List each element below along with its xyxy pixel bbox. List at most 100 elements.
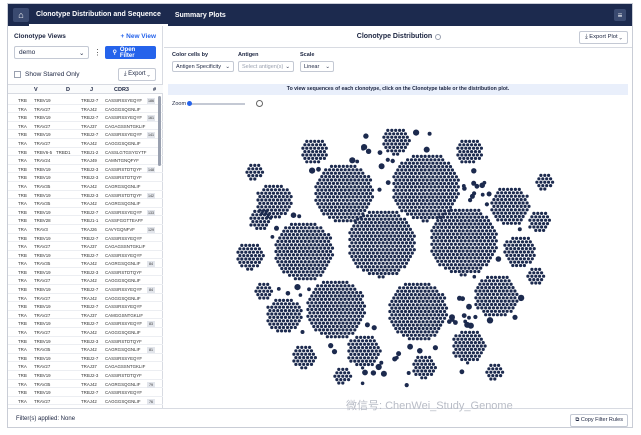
- table-row[interactable]: TRA TRAV27 TRAJ37 CAMGGSNTGKLIF: [8, 311, 163, 320]
- small-clone-dot[interactable]: [517, 294, 525, 302]
- table-row[interactable]: TRB TRBV19 TRBJ2-3 CASSIRSTDTQYF: [8, 371, 163, 380]
- export-plot-button[interactable]: ⤓ Export Plot ⌄: [579, 31, 628, 44]
- table-row[interactable]: TRA TRAV27 TRAJ42 CAGGGSQGNLIF: [8, 105, 163, 114]
- table-row[interactable]: TRA TRAV35 TRAJ42 CAGRGSQGNLIF: [8, 182, 163, 191]
- clonotype-cluster[interactable]: [245, 163, 265, 181]
- small-clone-dot[interactable]: [307, 287, 311, 292]
- clonotype-cluster[interactable]: [333, 367, 353, 385]
- table-row[interactable]: TRB TRBV19 TRBJ2-7 CASSIRSSYEQYF 161: [8, 113, 163, 122]
- table-row[interactable]: TRA TRAV35 TRAJ42 CAGRGSQGNLIF: [8, 199, 163, 208]
- small-clone-dot[interactable]: [363, 133, 369, 139]
- col-v[interactable]: V: [34, 87, 38, 93]
- info-icon[interactable]: [435, 33, 442, 40]
- checkbox-icon[interactable]: [14, 70, 21, 78]
- export-button[interactable]: ⤓ Export ⌄: [117, 68, 156, 81]
- small-clone-dot[interactable]: [462, 186, 467, 191]
- small-clone-dot[interactable]: [413, 129, 420, 136]
- clonotype-cluster[interactable]: [528, 211, 551, 232]
- small-clone-dot[interactable]: [486, 191, 492, 197]
- col-count[interactable]: #: [153, 87, 156, 93]
- col-j[interactable]: J: [90, 87, 93, 93]
- small-clone-dot[interactable]: [406, 371, 411, 375]
- small-clone-dot[interactable]: [298, 293, 303, 297]
- table-row[interactable]: TRB TRBV19 TRBJ2-3 CASSIRSTDTQYF: [8, 337, 163, 346]
- small-clone-dot[interactable]: [390, 158, 395, 164]
- table-row[interactable]: TRB TRBV19 TRBJ2-3 CASSIRSTDTQYF: [8, 268, 163, 277]
- small-clone-dot[interactable]: [404, 383, 409, 388]
- small-clone-dot[interactable]: [463, 319, 468, 324]
- table-row[interactable]: TRA TRAV27 TRAJ42 CAGGGSQGNLIF: [8, 139, 163, 148]
- small-clone-dot[interactable]: [427, 131, 432, 136]
- small-clone-dot[interactable]: [378, 163, 385, 170]
- small-clone-dot[interactable]: [471, 168, 477, 174]
- table-row[interactable]: TRA TRAV24 TRAJ49 CAMNTGNQFYF: [8, 156, 163, 165]
- small-clone-dot[interactable]: [274, 225, 279, 231]
- small-clone-dot[interactable]: [309, 167, 316, 174]
- small-clone-dot[interactable]: [459, 369, 465, 375]
- show-starred-checkbox[interactable]: Show Starred Only: [14, 70, 80, 78]
- small-clone-dot[interactable]: [297, 214, 302, 219]
- clonotype-cluster[interactable]: [314, 164, 375, 223]
- clonotype-cluster[interactable]: [274, 222, 335, 281]
- antigen-select[interactable]: Select antigen(s) ⌄: [238, 61, 294, 72]
- table-row[interactable]: TRB TRBV19 TRBJ2-7 CASSIRSSYEQYF: [8, 251, 163, 260]
- clonotype-cluster[interactable]: [292, 345, 317, 370]
- zoom-slider-thumb[interactable]: [187, 100, 193, 106]
- small-clone-dot[interactable]: [385, 180, 391, 185]
- small-clone-dot[interactable]: [377, 150, 383, 155]
- table-row[interactable]: TRB TRBV19 TRBJ2-7 CASSIRSSYEQYF: [8, 354, 163, 363]
- scale-select[interactable]: Linear ⌄: [300, 61, 334, 72]
- clonotype-cluster[interactable]: [388, 282, 449, 341]
- col-d[interactable]: D: [66, 87, 70, 93]
- open-filter-button[interactable]: ⚲ Open Filter: [105, 46, 156, 59]
- tab-summary-plots[interactable]: Summary Plots: [168, 4, 233, 26]
- table-row[interactable]: TRA TRAV35 TRAJ42 CAGRGSQGNLIF 81: [8, 345, 163, 354]
- table-row[interactable]: TRA TRAV27 TRAJ42 CAGGGSQGNLIF 76: [8, 397, 163, 406]
- small-clone-dot[interactable]: [484, 202, 489, 207]
- tab-clonotype-distribution[interactable]: Clonotype Distribution and Sequence: [29, 4, 168, 26]
- table-row[interactable]: TRB TRBV19 TRBJ2-3 CASSIRSTDTQYF 148: [8, 165, 163, 174]
- small-clone-dot[interactable]: [480, 192, 485, 197]
- home-icon[interactable]: ⌂: [13, 8, 29, 22]
- clonotype-cluster[interactable]: [490, 187, 531, 225]
- small-clone-dot[interactable]: [276, 287, 281, 291]
- small-clone-dot[interactable]: [457, 295, 462, 301]
- small-clone-dot[interactable]: [423, 146, 430, 153]
- small-clone-dot[interactable]: [472, 274, 477, 279]
- table-row[interactable]: TRB TRBV19 TRBJ2-7 CASSIRSSYEQYF: [8, 234, 163, 243]
- table-row[interactable]: TRB TRBV19 TRBJ2-7 CASSIRSSYEQYF 133: [8, 208, 163, 217]
- clonotype-cluster[interactable]: [256, 184, 293, 219]
- table-row[interactable]: TRA TRAV27 TRAJ42 CAGGGSQGNLIF: [8, 294, 163, 303]
- small-clone-dot[interactable]: [486, 317, 494, 324]
- small-clone-dot[interactable]: [417, 348, 423, 354]
- table-row[interactable]: TRB TRBV19 TRBJ2-7 CASSIRSSYEQYF 84: [8, 285, 163, 294]
- small-clone-dot[interactable]: [364, 322, 370, 328]
- view-select[interactable]: demo ⌄: [14, 46, 90, 59]
- small-clone-dot[interactable]: [394, 355, 399, 360]
- table-row[interactable]: TRA TRAV27 TRAJ37 CAGAGSSNTGKLIF: [8, 122, 163, 131]
- clonotype-cluster[interactable]: [526, 267, 546, 285]
- small-clone-dot[interactable]: [468, 198, 473, 203]
- small-clone-dot[interactable]: [270, 235, 275, 239]
- small-clone-dot[interactable]: [294, 284, 301, 291]
- more-options-icon[interactable]: ⋮: [93, 48, 101, 57]
- table-row[interactable]: TRB TRBV19 TRBJ2-3 CASSIRSTDTQYF: [8, 173, 163, 182]
- zoom-slider[interactable]: [187, 100, 246, 106]
- reset-zoom-icon[interactable]: [256, 100, 264, 107]
- table-row[interactable]: TRB TRBV19 TRBJ2-7 CASSIRSSYEQYF: [8, 388, 163, 397]
- clonotype-cluster[interactable]: [348, 210, 416, 279]
- table-row[interactable]: TRA TRAV35 TRAJ42 CAGRGSQGNLIF 84: [8, 259, 163, 268]
- small-clone-dot[interactable]: [328, 343, 334, 349]
- clonotype-cluster[interactable]: [347, 335, 382, 370]
- small-clone-dot[interactable]: [396, 351, 402, 357]
- clonotype-cluster[interactable]: [266, 298, 303, 333]
- clonotype-cluster[interactable]: [535, 173, 555, 191]
- clonotype-cluster[interactable]: [456, 139, 483, 164]
- clonotype-cluster[interactable]: [503, 236, 536, 268]
- clonotype-cluster[interactable]: [412, 355, 437, 380]
- small-clone-dot[interactable]: [471, 180, 477, 186]
- small-clone-dot[interactable]: [370, 370, 377, 376]
- small-clone-dot[interactable]: [380, 370, 387, 377]
- table-row[interactable]: TRA TRAV27 TRAJ37 CAGAGSSNTGKLIF: [8, 362, 163, 371]
- small-clone-dot[interactable]: [360, 381, 365, 386]
